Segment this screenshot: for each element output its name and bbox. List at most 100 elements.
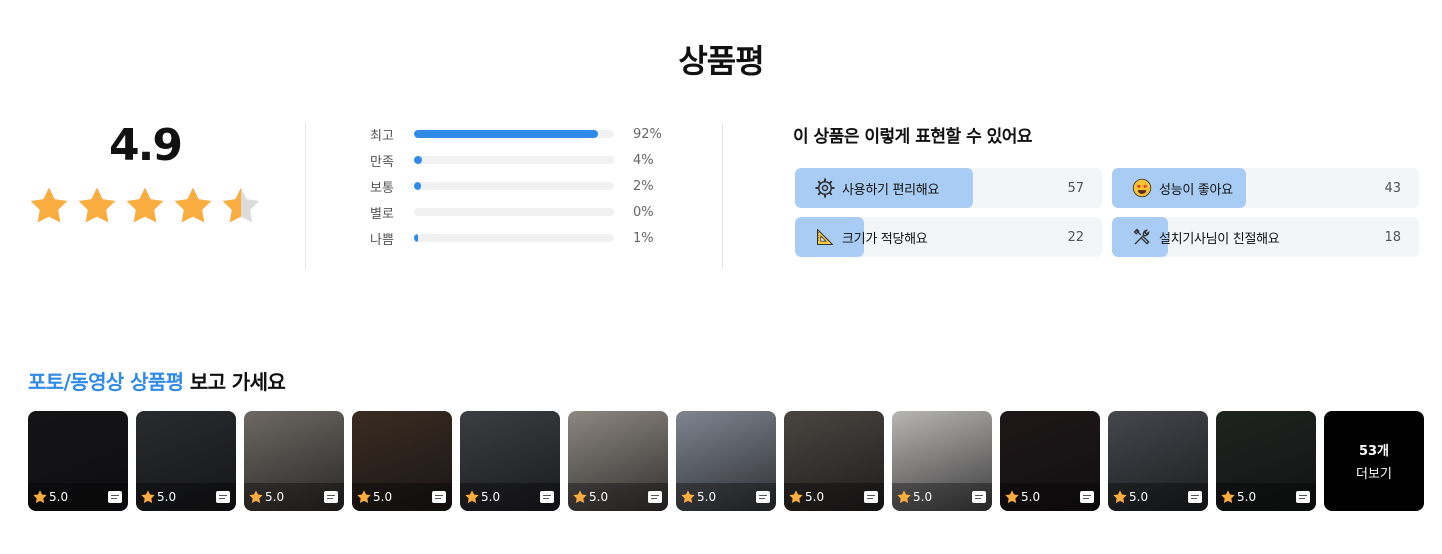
- thumbnail-overlay: 5.0: [460, 483, 560, 511]
- average-score: 4.9: [109, 120, 183, 171]
- photo-review-thumbnail[interactable]: 5.0: [1216, 411, 1316, 511]
- thumbnail-overlay: 5.0: [244, 483, 344, 511]
- review-text-icon: [1188, 491, 1202, 503]
- expression-count: 22: [1067, 229, 1084, 245]
- expression-chip[interactable]: 설치기사님이 친절해요 18: [1112, 217, 1419, 257]
- thumbnail-rating: 5.0: [49, 490, 69, 504]
- distribution-row: 별로 0%: [370, 199, 670, 225]
- page-title: 상품평: [678, 42, 764, 80]
- photo-review-thumbnail[interactable]: 5.0: [1108, 411, 1208, 511]
- photo-review-thumbnail[interactable]: 5.0: [568, 411, 668, 511]
- review-text-icon: [648, 491, 662, 503]
- photo-review-thumbnail[interactable]: 5.0: [136, 411, 236, 511]
- photo-review-heading: 포토/동영상 상품평 보고 가세요: [28, 366, 286, 395]
- distribution-bar-fill: [414, 156, 422, 164]
- thumbnail-rating: 5.0: [913, 490, 933, 504]
- photo-review-thumbnail[interactable]: 5.0: [1000, 411, 1100, 511]
- star-icon: [222, 187, 260, 223]
- thumbnail-rating: 5.0: [589, 490, 609, 504]
- star-icon: [174, 187, 212, 223]
- review-text-icon: [540, 491, 554, 503]
- photo-review-thumbnail[interactable]: 5.0: [892, 411, 992, 511]
- distribution-percent: 0%: [633, 204, 654, 220]
- review-text-icon: [864, 491, 878, 503]
- thumbnail-rating: 5.0: [1021, 490, 1041, 504]
- thumbnail-overlay: 5.0: [1216, 483, 1316, 511]
- photo-review-thumbnail[interactable]: 5.0: [676, 411, 776, 511]
- thumbnail-overlay: 5.0: [568, 483, 668, 511]
- thumbnail-rating: 5.0: [157, 490, 177, 504]
- star-icon: [681, 490, 695, 504]
- review-text-icon: [216, 491, 230, 503]
- distribution-bar: [414, 234, 614, 242]
- distribution-percent: 92%: [633, 126, 662, 142]
- ruler-icon: [814, 226, 836, 248]
- expression-chip[interactable]: 크기가 적당해요 22: [795, 217, 1102, 257]
- distribution-label: 만족: [370, 154, 394, 170]
- star-icon: [141, 490, 155, 504]
- star-icon: [357, 490, 371, 504]
- review-text-icon: [108, 491, 122, 503]
- thumbnail-rating: 5.0: [697, 490, 717, 504]
- distribution-bar: [414, 208, 614, 216]
- photo-review-heading-highlight: 포토/동영상 상품평: [28, 370, 184, 394]
- photo-review-heading-rest: 보고 가세요: [183, 370, 286, 394]
- star-icon: [1005, 490, 1019, 504]
- thumbnail-overlay: 5.0: [784, 483, 884, 511]
- expression-count: 18: [1384, 229, 1401, 245]
- distribution-percent: 2%: [633, 178, 654, 194]
- thumbnail-rating: 5.0: [1129, 490, 1149, 504]
- review-text-icon: [432, 491, 446, 503]
- photo-review-thumbnail[interactable]: 5.0: [460, 411, 560, 511]
- thumbnail-overlay: 5.0: [1108, 483, 1208, 511]
- star-icon: [789, 490, 803, 504]
- distribution-label: 별로: [370, 206, 394, 222]
- distribution-bar: [414, 130, 614, 138]
- star-icon: [897, 490, 911, 504]
- review-text-icon: [756, 491, 770, 503]
- expression-label: 설치기사님이 친절해요: [1159, 231, 1280, 247]
- photo-review-thumbnail[interactable]: 5.0: [28, 411, 128, 511]
- expression-chip[interactable]: 사용하기 편리해요 57: [795, 168, 1102, 208]
- thumbnail-rating: 5.0: [373, 490, 393, 504]
- expression-label: 크기가 적당해요: [842, 231, 928, 247]
- star-icon: [78, 187, 116, 223]
- more-photos-button[interactable]: 53개 더보기: [1324, 411, 1424, 511]
- star-icon: [465, 490, 479, 504]
- expression-chip[interactable]: 성능이 좋아요 43: [1112, 168, 1419, 208]
- distribution-bar-fill: [414, 130, 598, 138]
- distribution-row: 보통 2%: [370, 173, 670, 199]
- heart-eyes-icon: [1131, 177, 1153, 199]
- distribution-percent: 4%: [633, 152, 654, 168]
- photo-review-thumbnail[interactable]: 5.0: [352, 411, 452, 511]
- expression-chips: 사용하기 편리해요 57 성능이 좋아요 43 크기가 적당해요 22 설치기사님이 친절해…: [795, 168, 1419, 257]
- review-text-icon: [324, 491, 338, 503]
- distribution-label: 보통: [370, 180, 394, 196]
- distribution-label: 나쁨: [370, 232, 394, 248]
- photo-review-thumbnail[interactable]: 5.0: [244, 411, 344, 511]
- distribution-bar: [414, 182, 614, 190]
- expression-count: 43: [1384, 180, 1401, 196]
- expression-count: 57: [1067, 180, 1084, 196]
- thumbnail-overlay: 5.0: [136, 483, 236, 511]
- thumbnail-overlay: 5.0: [1000, 483, 1100, 511]
- star-icon: [33, 490, 47, 504]
- distribution-bar-fill: [414, 234, 418, 242]
- review-text-icon: [1296, 491, 1310, 503]
- divider: [722, 123, 723, 269]
- thumbnail-overlay: 5.0: [676, 483, 776, 511]
- distribution-bar: [414, 156, 614, 164]
- more-photos-count: 53개: [1358, 444, 1390, 459]
- thumbnail-overlay: 5.0: [892, 483, 992, 511]
- star-icon: [1113, 490, 1127, 504]
- photo-review-list: 5.0 5.0 5.0 5.0 5.0 5.0 5.0 5.0 5.0 5.0 5.0 5.0 53개 더…: [28, 411, 1424, 511]
- star-icon: [126, 187, 164, 223]
- photo-review-thumbnail[interactable]: 5.0: [784, 411, 884, 511]
- thumbnail-rating: 5.0: [265, 490, 285, 504]
- gear-icon: [814, 177, 836, 199]
- star-icon: [573, 490, 587, 504]
- rating-distribution: 최고 92% 만족 4% 보통 2% 별로 0% 나쁨 1%: [370, 121, 670, 251]
- expression-label: 성능이 좋아요: [1159, 182, 1233, 198]
- distribution-bar-fill: [414, 182, 422, 190]
- distribution-label: 최고: [370, 128, 394, 144]
